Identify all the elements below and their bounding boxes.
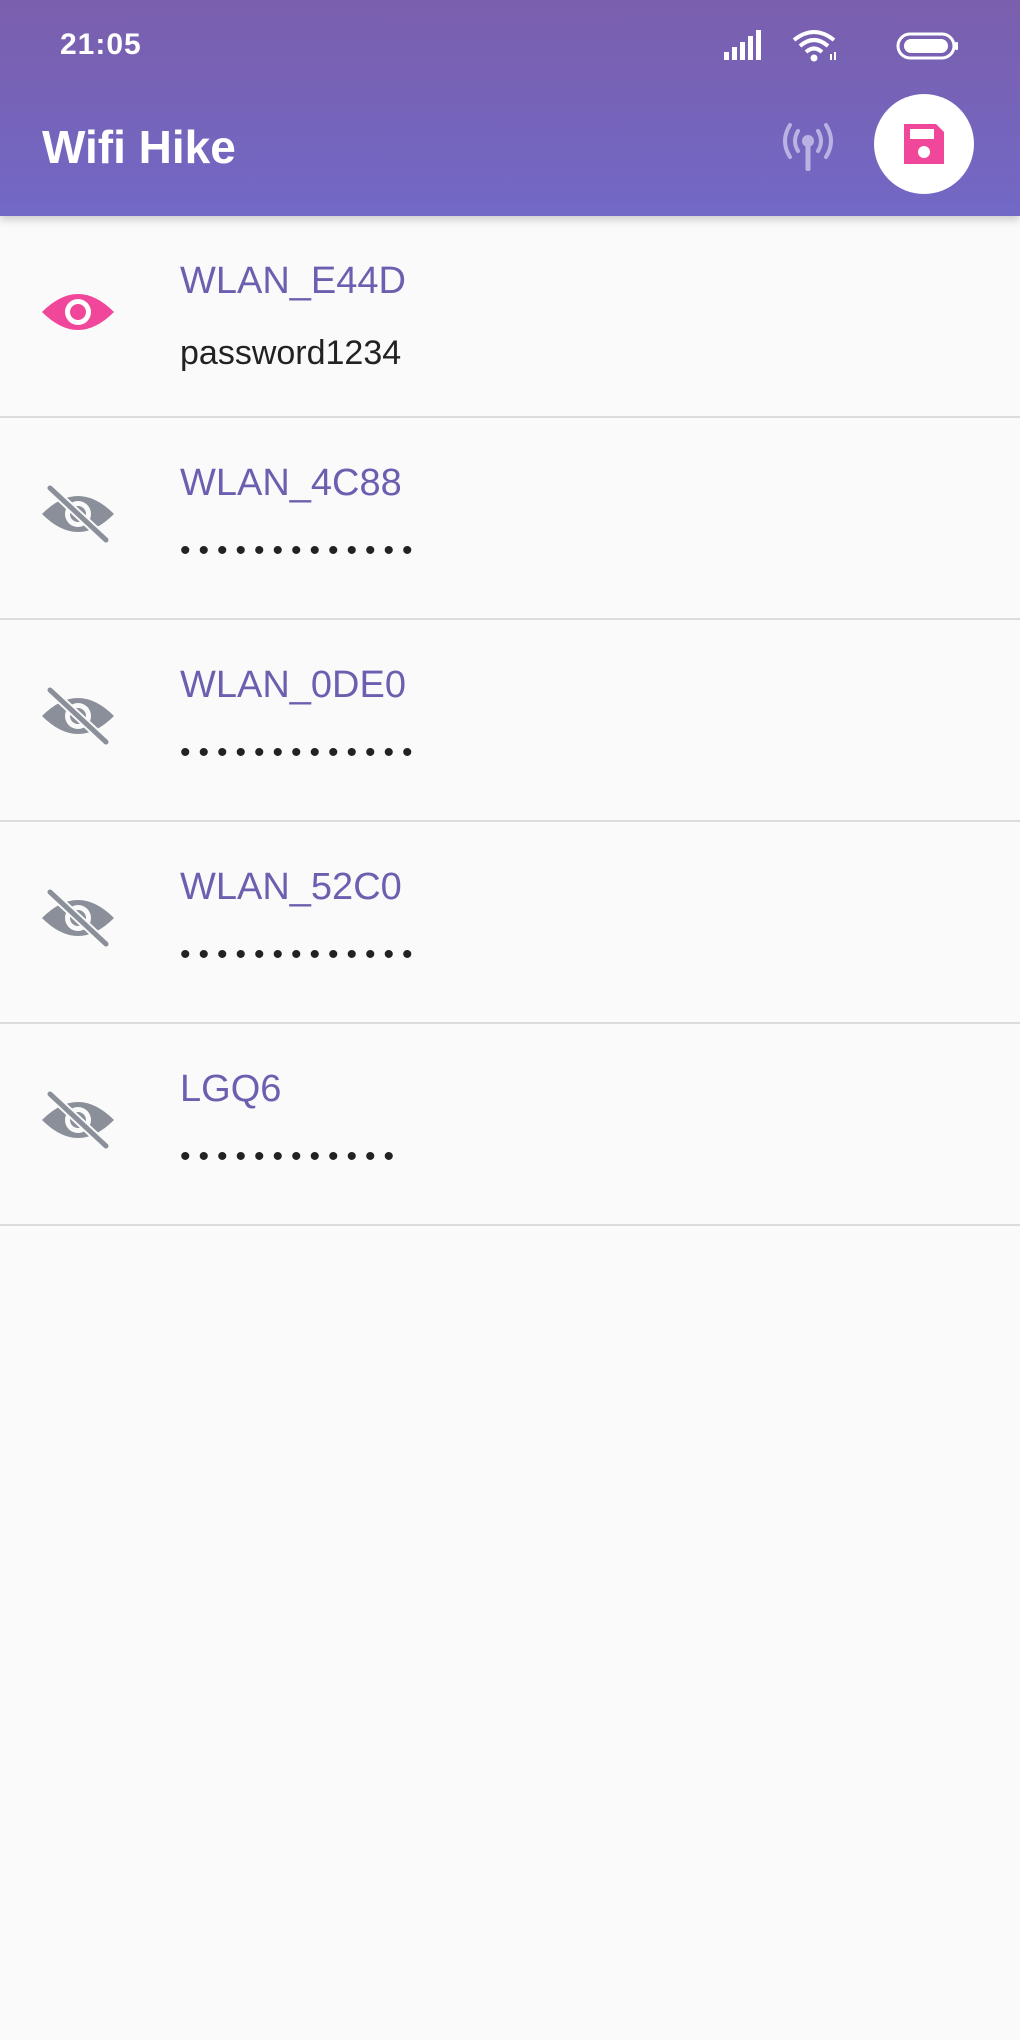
save-icon — [904, 124, 944, 164]
network-ssid: WLAN_0DE0 — [180, 664, 406, 706]
status-time: 21:05 — [60, 28, 142, 61]
password-visibility-toggle[interactable] — [36, 1086, 120, 1154]
password-visibility-toggle[interactable] — [36, 278, 120, 346]
network-list: WLAN_E44D password1234 WLAN_4C88 •••••••… — [0, 216, 1020, 1226]
network-password: ••••••••••••• — [180, 534, 421, 567]
signal-icon — [724, 30, 761, 60]
status-bar: 21:05 — [0, 0, 1020, 94]
network-item[interactable]: WLAN_4C88 ••••••••••••• — [0, 418, 1020, 620]
wifi-icon — [792, 30, 836, 62]
network-password: password1234 — [180, 334, 402, 372]
network-password: •••••••••••• — [180, 1140, 403, 1173]
battery-icon — [896, 32, 958, 60]
app-bar: 21:05 Wifi Hike — [0, 0, 1020, 216]
hotspot-button[interactable] — [772, 116, 844, 180]
network-item[interactable]: WLAN_E44D password1234 — [0, 216, 1020, 418]
eye-icon — [42, 294, 114, 330]
password-visibility-toggle[interactable] — [36, 884, 120, 952]
app-title: Wifi Hike — [42, 121, 236, 173]
network-item[interactable]: LGQ6 •••••••••••• — [0, 1024, 1020, 1226]
network-ssid: WLAN_52C0 — [180, 866, 402, 908]
eye-off-icon — [42, 484, 114, 544]
password-visibility-toggle[interactable] — [36, 682, 120, 750]
network-item[interactable]: WLAN_52C0 ••••••••••••• — [0, 822, 1020, 1024]
antenna-icon — [783, 123, 833, 171]
status-icons — [660, 30, 960, 64]
network-ssid: WLAN_E44D — [180, 260, 406, 302]
eye-off-icon — [42, 686, 114, 746]
network-ssid: WLAN_4C88 — [180, 462, 402, 504]
network-password: ••••••••••••• — [180, 736, 421, 769]
network-item[interactable]: WLAN_0DE0 ••••••••••••• — [0, 620, 1020, 822]
save-button[interactable] — [874, 94, 974, 194]
password-visibility-toggle[interactable] — [36, 480, 120, 548]
network-ssid: LGQ6 — [180, 1068, 282, 1110]
eye-off-icon — [42, 1090, 114, 1150]
eye-off-icon — [42, 888, 114, 948]
network-password: ••••••••••••• — [180, 938, 421, 971]
